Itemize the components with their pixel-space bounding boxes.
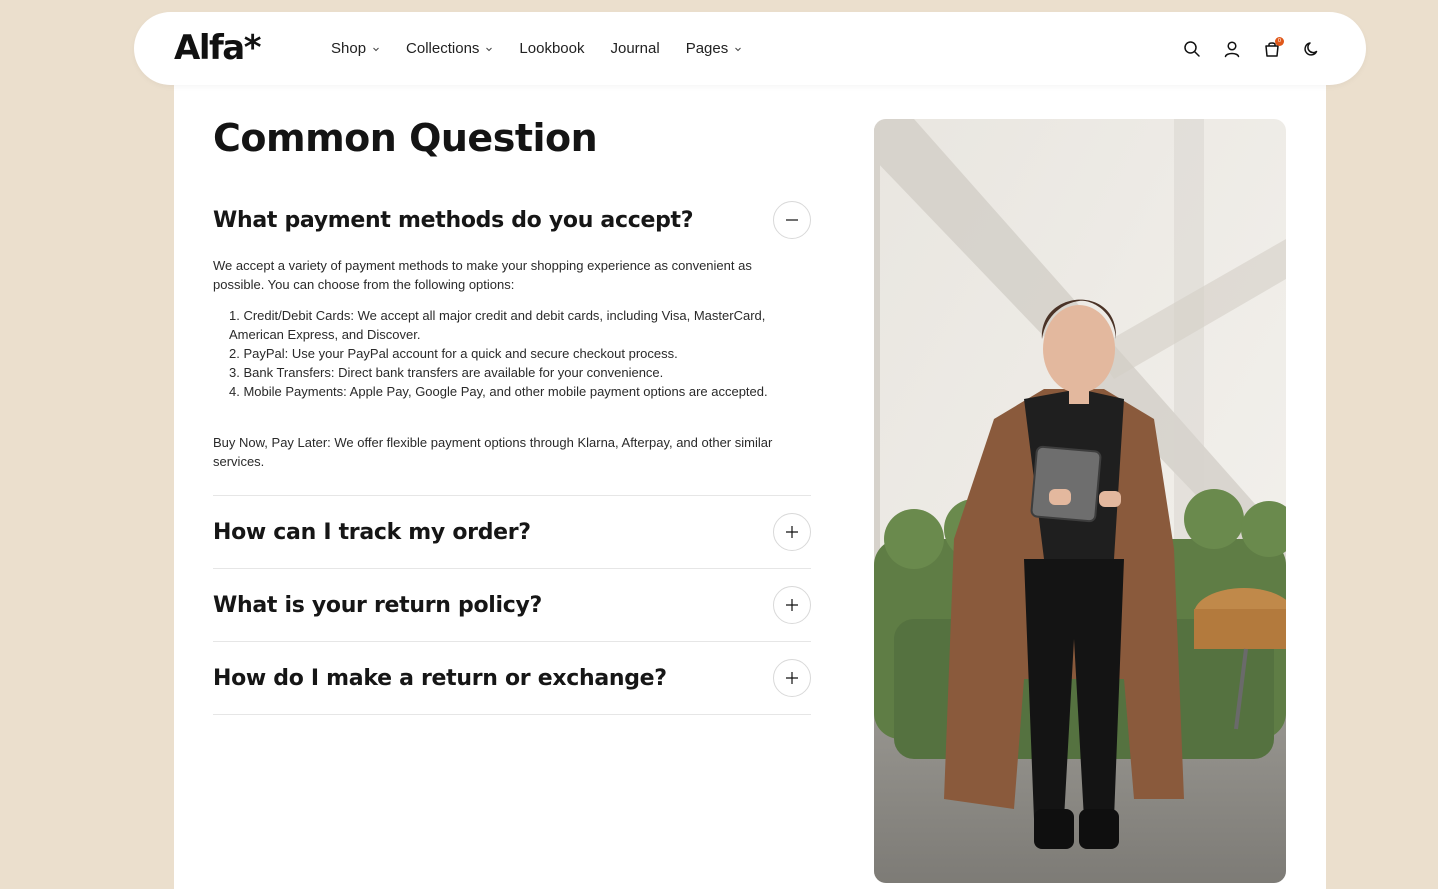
expand-button[interactable] [773, 513, 811, 551]
nav-item-label: Collections [406, 40, 480, 57]
faq-item: How do I make a return or exchange? [213, 642, 811, 715]
expand-button[interactable] [773, 659, 811, 697]
header-actions: 0 [1164, 12, 1324, 85]
faq-question: How can I track my order? [213, 519, 531, 545]
faq-question-row[interactable]: What payment methods do you accept? [213, 184, 811, 256]
payment-options-list: 1. Credit/Debit Cards: We accept all maj… [213, 306, 773, 401]
nav-item-label: Journal [610, 40, 660, 57]
main-nav: Shop Collections Lookbook Journal Pages [331, 12, 768, 85]
answer-outro: Buy Now, Pay Later: We offer flexible pa… [213, 435, 773, 469]
faq-question-row[interactable]: What is your return policy? [213, 569, 811, 641]
nav-item-lookbook[interactable]: Lookbook [519, 40, 584, 57]
collapse-button[interactable] [773, 201, 811, 239]
nav-item-label: Lookbook [519, 40, 585, 57]
nav-item-collections[interactable]: Collections [406, 40, 493, 57]
faq-question: How do I make a return or exchange? [213, 665, 667, 691]
minus-icon [786, 219, 798, 221]
list-item: 1. Credit/Debit Cards: We accept all maj… [229, 308, 766, 342]
answer-intro: We accept a variety of payment methods t… [213, 258, 752, 292]
page-title: Common Question [213, 116, 598, 160]
list-item: 2. PayPal: Use your PayPal account for a… [229, 346, 678, 361]
nav-item-shop[interactable]: Shop [331, 40, 380, 57]
moon-icon[interactable] [1300, 37, 1324, 61]
faq-item: What payment methods do you accept? We a… [213, 184, 811, 496]
faq-question: What is your return policy? [213, 592, 542, 618]
expand-button[interactable] [773, 586, 811, 624]
faq-photo [874, 119, 1286, 883]
site-header: Alfa* Shop Collections Lookbook Journal … [134, 12, 1366, 85]
list-item: 4. Mobile Payments: Apple Pay, Google Pa… [229, 384, 768, 399]
cart-icon[interactable]: 0 [1260, 36, 1284, 61]
woman-with-tablet-image [874, 119, 1286, 883]
plus-icon [786, 526, 798, 538]
faq-answer: We accept a variety of payment methods t… [213, 256, 773, 495]
search-icon[interactable] [1180, 37, 1204, 61]
user-icon[interactable] [1220, 37, 1244, 61]
faq-accordion: What payment methods do you accept? We a… [213, 184, 811, 715]
logo[interactable]: Alfa* [174, 28, 261, 68]
nav-item-pages[interactable]: Pages [686, 40, 743, 57]
nav-item-label: Shop [331, 40, 367, 57]
faq-question-row[interactable]: How can I track my order? [213, 496, 811, 568]
cart-count-badge: 0 [1275, 36, 1284, 46]
faq-item: How can I track my order? [213, 496, 811, 569]
nav-item-label: Pages [685, 40, 729, 57]
chevron-down-icon [373, 47, 379, 51]
list-item: 3. Bank Transfers: Direct bank transfers… [229, 365, 664, 380]
nav-item-journal[interactable]: Journal [610, 40, 659, 57]
plus-icon [786, 599, 798, 611]
faq-item: What is your return policy? [213, 569, 811, 642]
faq-question: What payment methods do you accept? [213, 207, 694, 233]
plus-icon [786, 672, 798, 684]
chevron-down-icon [735, 47, 742, 51]
chevron-down-icon [486, 47, 493, 51]
faq-question-row[interactable]: How do I make a return or exchange? [213, 642, 811, 714]
